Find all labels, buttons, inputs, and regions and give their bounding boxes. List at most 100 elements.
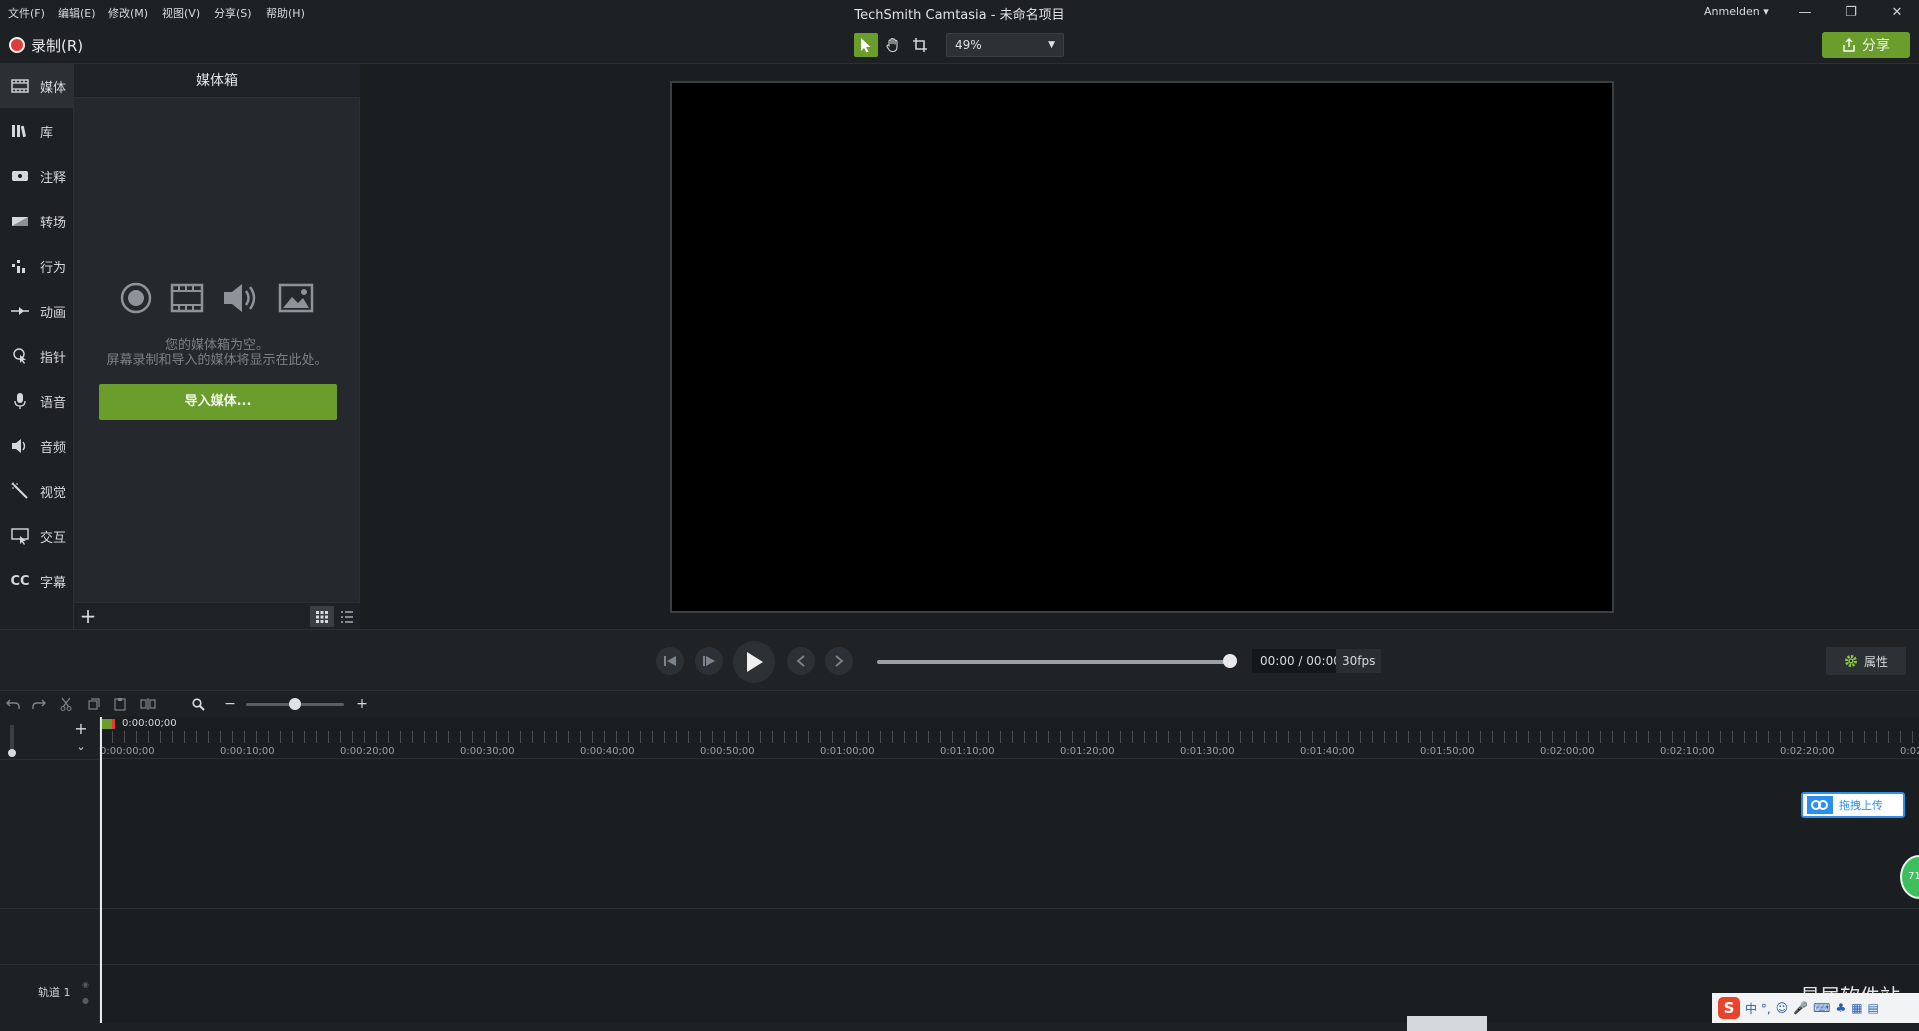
chevron-right-icon [835,655,844,667]
play-button[interactable] [733,641,775,683]
sidebar-item-media[interactable]: 媒体 [0,64,74,108]
sidebar-item-animations[interactable]: 动画 [0,289,74,333]
eye-icon[interactable]: ◉ [82,980,89,989]
search-icon[interactable] [190,697,206,711]
wand-icon [10,482,30,499]
tick-label: 0:01:20;00 [1060,746,1115,757]
emoji-icon: ☺ [1775,1001,1789,1015]
video-canvas[interactable] [670,81,1614,613]
window-title: TechSmith Camtasia - 未命名项目 [854,8,1065,23]
share-label: 分享 [1862,38,1890,54]
step-back-icon [664,656,676,666]
sidebar-item-label: 字幕 [40,575,67,591]
shirt-icon: ▦ [1851,1001,1863,1015]
list-view-button[interactable] [336,606,358,627]
tick-label: 0:00:30;00 [460,746,515,757]
signin-dropdown[interactable]: Anmelden ▾ [1704,5,1769,18]
title-bar: 文件(F) 编辑(E) 修改(M) 视图(V) 分享(S) 帮助(H) Tech… [0,0,1919,26]
add-icon[interactable]: + [78,604,98,628]
time-display: 00:00 / 00:00 [1252,649,1349,673]
track-height-handle[interactable] [8,749,16,757]
tick-label: 0:01:50;00 [1420,746,1475,757]
sidebar-item-captions[interactable]: CC 字幕 [0,559,74,603]
minimize-icon[interactable]: — [1792,3,1818,23]
ruler-ticks [100,731,1919,743]
playback-scrubber[interactable] [877,660,1231,664]
hand-icon [886,37,898,53]
paste-icon[interactable] [112,697,128,711]
header-divider [0,759,100,760]
cut-icon[interactable] [58,697,74,711]
fps-display: 30fps [1336,649,1382,673]
crop-tool-button[interactable] [908,33,932,57]
sidebar-item-cursor[interactable]: 指针 [0,334,74,378]
grid-view-button[interactable] [310,606,334,627]
select-tool-button[interactable] [854,33,878,57]
next-marker-button[interactable] [825,647,853,675]
scrubber-handle[interactable] [1223,654,1237,668]
sidebar-item-label: 音频 [40,440,67,456]
zoom-value: 49% [955,38,982,52]
library-icon [10,123,30,139]
chevron-down-icon[interactable]: ⌄ [70,738,92,756]
chevron-down-icon: ▼ [1048,40,1055,50]
media-bin-footer: + [74,602,360,629]
pan-tool-button[interactable] [881,33,905,57]
tick-label: 0:01:40;00 [1300,746,1355,757]
copy-icon[interactable] [86,697,102,711]
media-type-icons [120,282,314,314]
import-media-button[interactable]: 导入媒体... [99,384,337,420]
sidebar-item-label: 行为 [40,260,67,276]
restore-icon[interactable]: ❐ [1838,3,1864,23]
sidebar-item-label: 注释 [40,170,67,186]
sidebar-item-visual[interactable]: 视觉 [0,469,74,513]
cursor-icon [10,348,30,364]
record-button[interactable]: 录制(R) [3,32,89,58]
properties-button[interactable]: 属性 [1826,647,1906,675]
zoom-in-icon[interactable]: + [354,696,370,712]
timeline-ruler[interactable]: 0:00:00;00 0:00:00;00 0:00:10;00 0:00:20… [100,717,1919,759]
share-icon [1843,38,1855,52]
add-track-icon[interactable]: + [70,720,92,738]
ime-toolbar[interactable]: S 中 °, ☺ 🎤 ⌨ ♣ ▦ ▤ [1712,993,1919,1023]
sidebar-item-label: 媒体 [40,80,67,96]
timeline-tracks[interactable] [102,759,1919,1023]
sidebar-item-transitions[interactable]: 转场 [0,199,74,243]
tick-label: 0:02:20;00 [1780,746,1835,757]
step-forward-button[interactable] [695,647,723,675]
tick-label: 0:01:30;00 [1180,746,1235,757]
zoom-out-icon[interactable]: − [222,696,238,712]
upload-label: 拖拽上传 [1839,799,1883,812]
track-divider [0,908,1919,909]
step-back-button[interactable] [656,647,684,675]
previous-marker-button[interactable] [787,647,815,675]
film-icon [10,78,30,94]
close-icon[interactable]: ✕ [1884,3,1910,23]
sidebar-item-audio[interactable]: 音频 [0,424,74,468]
undo-icon[interactable] [5,697,21,711]
tick-label: 0:00:10;00 [220,746,275,757]
share-button[interactable]: 分享 [1822,32,1910,58]
sidebar-item-label: 库 [40,125,54,141]
pointer-icon [861,38,871,53]
sidebar-item-annotations[interactable]: 注释 [0,154,74,198]
sidebar-item-library[interactable]: 库 [0,109,74,153]
redo-icon[interactable] [31,697,47,711]
split-icon[interactable] [140,697,156,711]
sidebar-item-voice[interactable]: 语音 [0,379,74,423]
sidebar-item-label: 视觉 [40,485,67,501]
play-icon [747,652,763,672]
sidebar-item-behaviors[interactable]: 行为 [0,244,74,288]
upload-badge[interactable]: 拖拽上传 [1801,792,1905,818]
list-icon [341,610,353,623]
cc-icon: CC [10,573,30,589]
main-toolbar: 录制(R) 49% ▼ 分享 [0,26,1919,64]
record-label: 录制(R) [31,36,84,55]
playhead-end-marker[interactable] [112,719,115,729]
lock-icon[interactable]: ● [82,996,89,1005]
taskbar-preview [1407,1016,1487,1031]
timeline-zoom-handle[interactable] [289,698,301,710]
sidebar-item-interactive[interactable]: 交互 [0,514,74,558]
zoom-select[interactable]: 49% ▼ [946,33,1064,57]
gear-icon [1844,655,1857,667]
